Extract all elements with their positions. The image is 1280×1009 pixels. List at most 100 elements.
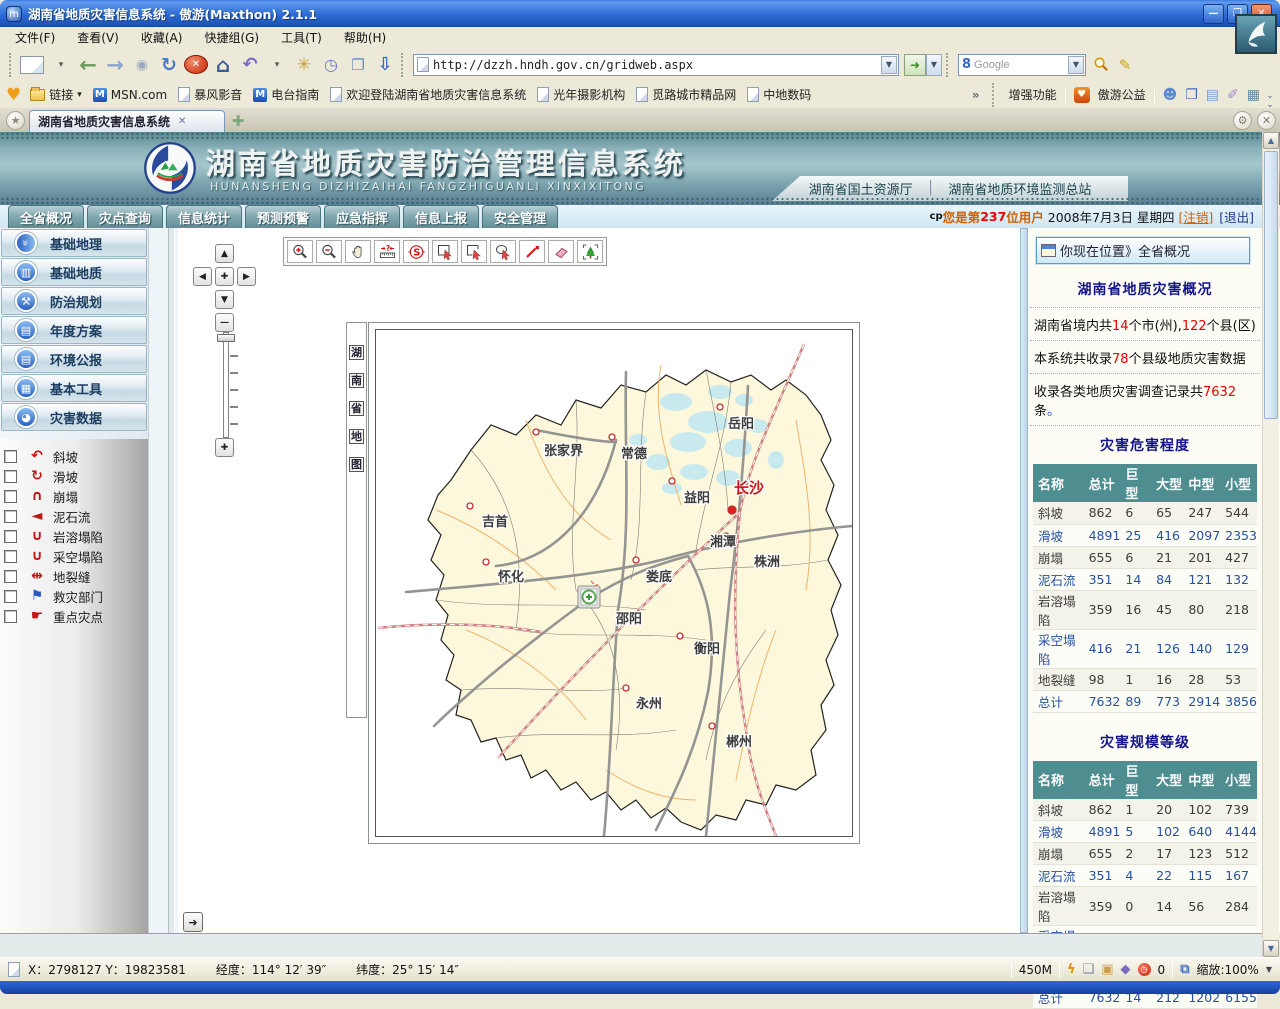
- city-marker-3[interactable]: [669, 478, 675, 484]
- nav-tab-5[interactable]: 信息上报: [403, 205, 479, 228]
- nav-tab-6[interactable]: 安全管理: [482, 205, 558, 228]
- nav-tab-3[interactable]: 预测预警: [245, 205, 321, 228]
- nav-tab-0[interactable]: 全省概况: [8, 205, 84, 228]
- collapse-chevron-icon[interactable]: ⌄⌄: [1263, 92, 1277, 114]
- scale-tool-icon[interactable]: S: [403, 240, 429, 263]
- pan-down-button[interactable]: ▼: [215, 290, 234, 309]
- new-page-icon[interactable]: [20, 56, 44, 74]
- download-icon[interactable]: ⇩: [373, 51, 397, 79]
- city-marker-4[interactable]: [728, 506, 736, 514]
- stop-icon[interactable]: ✕: [184, 55, 208, 74]
- bookmark-item-7[interactable]: 中地数码: [747, 86, 811, 103]
- charity-shield-icon[interactable]: ♥: [1074, 87, 1090, 103]
- refresh-icon[interactable]: ↻: [157, 51, 181, 79]
- zoom-slider-handle[interactable]: [217, 334, 235, 342]
- messenger-icon[interactable]: ☻: [1163, 87, 1178, 103]
- city-marker-5[interactable]: [467, 503, 473, 509]
- city-marker-1[interactable]: [609, 434, 615, 440]
- layer-checkbox-2[interactable]: [4, 490, 17, 503]
- go-button[interactable]: ➜: [904, 54, 926, 76]
- bookmark-item-0[interactable]: 链接▾: [30, 86, 82, 103]
- logout-link[interactable]: [注销]: [1178, 207, 1213, 226]
- search-engine-dropdown-icon[interactable]: ▼: [1068, 56, 1084, 74]
- layer-checkbox-0[interactable]: [4, 450, 17, 463]
- charity-link[interactable]: 傲游公益: [1098, 86, 1146, 103]
- city-marker-2[interactable]: [717, 404, 723, 410]
- new-page-dropdown-icon[interactable]: ▾: [49, 51, 73, 79]
- nav-tab-1[interactable]: 灾点查询: [87, 205, 163, 228]
- bookmark-item-2[interactable]: 暴风影音: [178, 86, 242, 103]
- toolbar-grip2[interactable]: [401, 53, 406, 77]
- bm-grip[interactable]: [992, 83, 997, 107]
- sidebar-section-1[interactable]: ▥基础地质: [1, 258, 147, 286]
- layer-checkbox-5[interactable]: [4, 550, 17, 563]
- layer-checkbox-7[interactable]: [4, 590, 17, 603]
- go-dropdown-icon[interactable]: ▼: [926, 54, 942, 76]
- tab-close-icon[interactable]: ✕: [178, 116, 186, 127]
- url-dropdown-icon[interactable]: ▼: [881, 56, 897, 74]
- bookmark-item-3[interactable]: M电台指南: [253, 86, 319, 103]
- sidebar-section-4[interactable]: ▤环境公报: [1, 345, 147, 373]
- city-marker-12[interactable]: [623, 685, 629, 691]
- deselect-rect-tool-icon[interactable]: [461, 240, 487, 263]
- url-input[interactable]: [433, 58, 881, 72]
- sidebar-section-2[interactable]: ⚒防治规划: [1, 287, 147, 315]
- content-filter-icon[interactable]: ◆: [1121, 962, 1131, 977]
- window-capture-icon[interactable]: ❐: [346, 51, 370, 79]
- scroll-up-icon[interactable]: ▲: [1263, 132, 1279, 149]
- map-canvas[interactable]: 张家界常德岳阳益阳长沙吉首怀化娄底湘潭株洲邵阳衡阳永州郴州: [375, 329, 853, 837]
- undo-dropdown-icon[interactable]: ▾: [265, 51, 289, 79]
- plugins-icon[interactable]: ▦: [1247, 87, 1260, 103]
- zoom-in-tool-icon[interactable]: [287, 240, 313, 263]
- overflow-chevron-icon[interactable]: »: [972, 88, 980, 102]
- boost-lightning-icon[interactable]: ϟ: [1067, 962, 1076, 977]
- clock-icon[interactable]: ◷: [319, 51, 343, 79]
- menu-item-1[interactable]: 查看(V): [66, 27, 130, 48]
- layer-checkbox-1[interactable]: [4, 470, 17, 483]
- zoom-control[interactable]: 缩放:100%: [1196, 961, 1258, 978]
- city-marker-11[interactable]: [677, 633, 683, 639]
- new-tab-icon[interactable]: ✚: [229, 112, 247, 130]
- back-icon[interactable]: ←: [76, 51, 100, 79]
- select-circle-tool-icon[interactable]: [490, 240, 516, 263]
- menu-item-3[interactable]: 快捷组(G): [193, 27, 270, 48]
- zoom-out-step-button[interactable]: —: [215, 313, 234, 332]
- pan-right-button[interactable]: ▶: [237, 267, 256, 286]
- favorites-star-icon[interactable]: ★: [6, 111, 25, 130]
- bookmark-item-4[interactable]: 欢迎登陆湖南省地质灾害信息系统: [330, 86, 526, 103]
- highlight-icon[interactable]: ✎: [1113, 51, 1137, 79]
- zoom-in-step-button[interactable]: ✚: [215, 438, 234, 457]
- map-layer-strip[interactable]: 湖南省地图: [346, 322, 367, 718]
- toolbar-grip[interactable]: [9, 53, 14, 77]
- pan-center-button[interactable]: ✚: [215, 267, 234, 286]
- menu-item-5[interactable]: 帮助(H): [333, 27, 397, 48]
- menu-item-0[interactable]: 文件(F): [4, 27, 66, 48]
- zoom-dropdown-icon[interactable]: ▼: [1266, 965, 1272, 974]
- scrollbar-thumb[interactable]: [1264, 151, 1278, 419]
- city-marker-13[interactable]: [709, 723, 715, 729]
- blocked-popup-clock-icon[interactable]: ◷: [1138, 963, 1151, 976]
- sidebar-section-5[interactable]: ▦基本工具: [1, 374, 147, 402]
- zoom-slider-track[interactable]: [223, 332, 229, 438]
- magic-wand-icon[interactable]: ✳: [292, 51, 316, 79]
- tab-active[interactable]: 湖南省地质灾害信息系统 ✕: [29, 110, 225, 132]
- eraser-tool-icon[interactable]: [548, 240, 574, 263]
- layer-checkbox-8[interactable]: [4, 610, 17, 623]
- banner-link-1[interactable]: 湖南省地质环境监测总站: [948, 179, 1091, 198]
- city-marker-7[interactable]: [633, 557, 639, 563]
- enhance-link[interactable]: 增强功能: [1009, 86, 1057, 103]
- sidebar-section-0[interactable]: »基础地理: [1, 229, 147, 257]
- undo-icon[interactable]: ↶: [238, 51, 262, 79]
- search-go-icon[interactable]: [1089, 51, 1113, 79]
- inner-scrollbar[interactable]: [1020, 228, 1028, 933]
- page-scrollbar[interactable]: ▲ ▼: [1262, 132, 1279, 957]
- nav-tab-4[interactable]: 应急指挥: [324, 205, 400, 228]
- pen-cup-icon[interactable]: ✐: [1227, 87, 1239, 103]
- pan-up-button[interactable]: ▲: [215, 244, 234, 263]
- layer-checkbox-6[interactable]: [4, 570, 17, 583]
- sidebar-section-6[interactable]: ◕灾害数据: [1, 403, 147, 431]
- toolbar-grip3[interactable]: [946, 53, 951, 77]
- bookmark-item-6[interactable]: 觅路城市精品网: [636, 86, 736, 103]
- zoom-out-tool-icon[interactable]: [316, 240, 342, 263]
- favorites-heart-icon[interactable]: ♥: [6, 85, 21, 105]
